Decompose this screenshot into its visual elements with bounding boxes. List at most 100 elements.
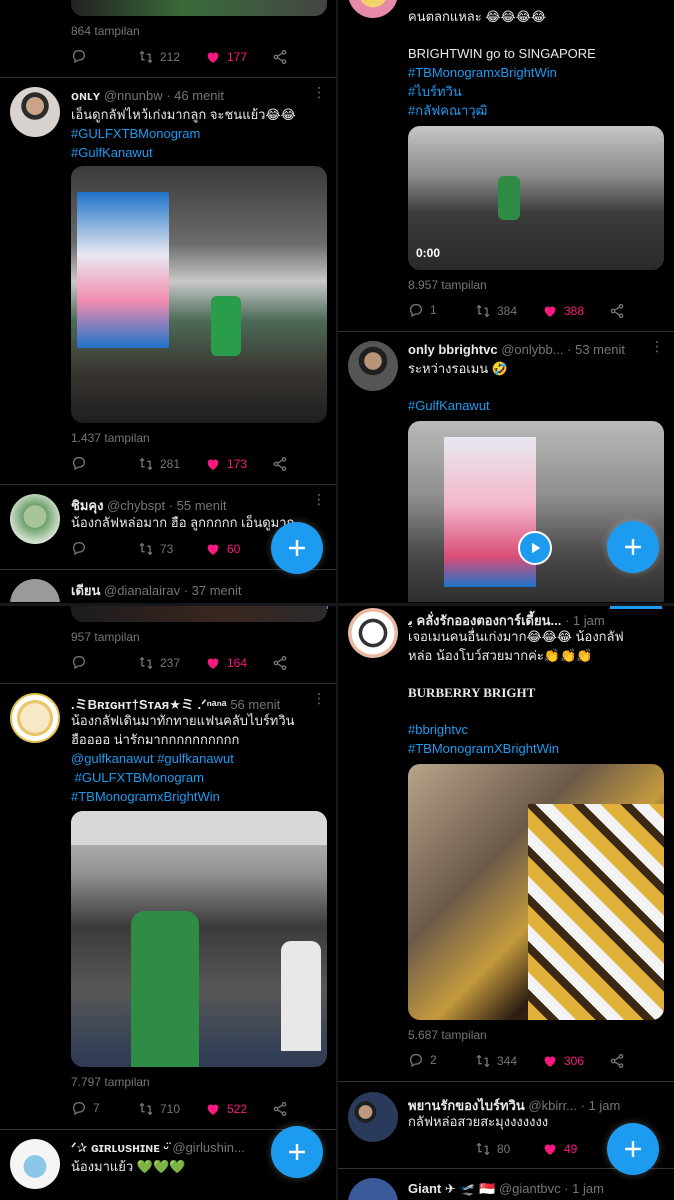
avatar[interactable] [10, 579, 60, 602]
display-name[interactable]: เดียน [71, 583, 100, 598]
timestamp[interactable]: 56 menit [230, 697, 280, 712]
timestamp[interactable]: · 55 menit [169, 498, 227, 513]
avatar[interactable] [10, 87, 60, 137]
retweet-button[interactable]: 80 [475, 1141, 510, 1157]
reply-button[interactable] [71, 455, 93, 471]
share-button[interactable] [272, 456, 294, 472]
compose-tweet-button[interactable] [607, 521, 659, 573]
retweet-button[interactable]: 212 [138, 49, 180, 65]
display-name[interactable]: Giant ✈ 🛫 🇸🇬 [408, 1181, 495, 1196]
display-name[interactable]: พยานรักของไบร์ทวิน [408, 1098, 525, 1113]
reply-button[interactable] [71, 48, 93, 64]
handle[interactable]: @kbirr... [528, 1098, 577, 1113]
timestamp[interactable]: · 53 menit [567, 342, 625, 357]
retweet-count: 384 [497, 304, 518, 318]
timeline-panel-bottom-left[interactable]: 957 tampilan 237 164 .ミBʀɪɢʜᴛ†Sᴛᴀя★ミ .ᐟⁿ… [0, 606, 336, 1200]
hashtag-link[interactable]: #bbrightvc [408, 720, 668, 739]
tweet-media-image[interactable] [71, 606, 327, 622]
avatar[interactable] [348, 608, 398, 658]
tweet-media-image[interactable] [408, 764, 664, 1020]
display-name[interactable]: ﯾ คลั่งรักอองตองการ์เดี้ยน... [408, 613, 561, 628]
hashtag-link[interactable]: #TBMonogramxBrightWin [71, 787, 331, 806]
more-options-icon[interactable]: ⋮ [650, 339, 664, 353]
handle[interactable]: @girlushin... [172, 1140, 244, 1155]
like-button[interactable]: 388 [542, 303, 584, 319]
hashtag-link[interactable]: #กลัฟคณาวุฒิ [408, 101, 668, 120]
timestamp[interactable]: · 37 menit [184, 583, 242, 598]
like-button[interactable]: 173 [205, 456, 247, 472]
retweet-button[interactable]: 710 [138, 1101, 180, 1117]
plus-icon [289, 540, 305, 556]
share-button[interactable] [272, 49, 294, 65]
avatar[interactable] [348, 341, 398, 391]
avatar[interactable] [10, 494, 60, 544]
retweet-button[interactable]: 384 [475, 303, 517, 319]
retweet-button[interactable]: 344 [475, 1053, 517, 1069]
reply-button[interactable]: 7 [71, 1100, 100, 1116]
tweet-media-image[interactable] [71, 166, 327, 423]
hashtag-link[interactable]: #TBMonogramxBrightWin [408, 63, 668, 82]
display-name[interactable]: ชิมคุง [71, 498, 103, 513]
share-button[interactable] [609, 303, 631, 319]
like-button[interactable]: 164 [205, 655, 247, 671]
more-options-icon[interactable]: ⋮ [312, 85, 326, 99]
more-options-icon[interactable]: ⋮ [312, 492, 326, 506]
handle[interactable]: @dianalairav [104, 583, 180, 598]
timestamp[interactable]: · 1 jam [564, 1181, 604, 1196]
display-name[interactable]: ᐟ✰ ɢɪʀʟᴜsʜɪɴᴇ ᵕ̈ [71, 1140, 169, 1155]
like-button[interactable]: 522 [205, 1101, 247, 1117]
handle[interactable]: @onlybb... [501, 342, 563, 357]
reply-button[interactable] [71, 654, 93, 670]
retweet-button[interactable]: 281 [138, 456, 180, 472]
share-button[interactable] [609, 1053, 631, 1069]
more-options-icon[interactable]: ⋮ [312, 691, 326, 705]
retweet-button[interactable]: 237 [138, 655, 180, 671]
avatar[interactable] [10, 693, 60, 743]
tweet-text: ระหว่างรอเมน 🤣 #GulfKanawut [408, 359, 668, 415]
avatar[interactable] [348, 1178, 398, 1200]
tweet-video[interactable] [408, 421, 664, 602]
hashtag-link[interactable]: #ไบร์ทวิน [408, 82, 668, 101]
like-button[interactable]: 49 [542, 1141, 577, 1157]
tweet-media-image[interactable] [71, 0, 327, 16]
hashtag-link[interactable]: #GULFXTBMonogram [71, 124, 331, 143]
handle[interactable]: @giantbvc [499, 1181, 561, 1196]
compose-tweet-button[interactable] [271, 1126, 323, 1178]
reply-button[interactable] [71, 540, 93, 556]
like-button[interactable]: 177 [205, 49, 247, 65]
avatar[interactable] [10, 1139, 60, 1189]
hashtag-link[interactable]: #GulfKanawut [408, 396, 668, 415]
play-button[interactable] [518, 531, 552, 565]
hashtag-link[interactable]: #gulfkanawut [157, 751, 234, 766]
hashtag-link[interactable]: #GULFXTBMonogram [75, 770, 204, 785]
hashtag-link[interactable]: #GulfKanawut [71, 143, 331, 162]
avatar[interactable] [348, 1092, 398, 1142]
retweet-button[interactable]: 73 [138, 541, 173, 557]
avatar[interactable] [348, 0, 398, 18]
compose-tweet-button[interactable] [271, 522, 323, 574]
mention-link[interactable]: @gulfkanawut [71, 751, 154, 766]
tweet-media-image[interactable] [71, 811, 327, 1067]
timeline-panel-bottom-right[interactable]: ﯾ คลั่งรักอองตองการ์เดี้ยน... · 1 jam เจ… [338, 606, 674, 1200]
share-button[interactable] [272, 655, 294, 671]
plus-icon [289, 1144, 305, 1160]
handle[interactable]: @chybspt [107, 498, 165, 513]
display-name[interactable]: only bbrightvc [408, 342, 498, 357]
like-button[interactable]: 60 [205, 541, 240, 557]
like-button[interactable]: 306 [542, 1053, 584, 1069]
share-button[interactable] [272, 1101, 294, 1117]
timeline-panel-top-right[interactable]: คนตลกแหละ 😂😂😂😂 BRIGHTWIN go to SINGAPORE… [338, 0, 674, 602]
tweet-video[interactable]: 0:00 [408, 126, 664, 270]
timestamp[interactable]: · 1 jam [581, 1098, 621, 1113]
timestamp[interactable]: · 1 jam [565, 613, 605, 628]
compose-tweet-button[interactable] [607, 1123, 659, 1175]
handle[interactable]: @nnunbw [104, 88, 163, 103]
display-name[interactable]: ᴏɴʟʏ [71, 88, 100, 103]
timeline-panel-top-left[interactable]: 864 tampilan 212 177 ᴏɴʟʏ @nnunbw · 46 m… [0, 0, 336, 602]
reply-button[interactable]: 2 [408, 1052, 437, 1068]
display-name[interactable]: .ミBʀɪɢʜᴛ†Sᴛᴀя★ミ .ᐟⁿᵃⁿᵃ [71, 697, 227, 712]
retweet-count: 710 [160, 1102, 181, 1116]
reply-button[interactable]: 1 [408, 302, 437, 318]
hashtag-link[interactable]: #TBMonogramXBrightWin [408, 739, 668, 758]
timestamp[interactable]: · 46 menit [166, 88, 224, 103]
